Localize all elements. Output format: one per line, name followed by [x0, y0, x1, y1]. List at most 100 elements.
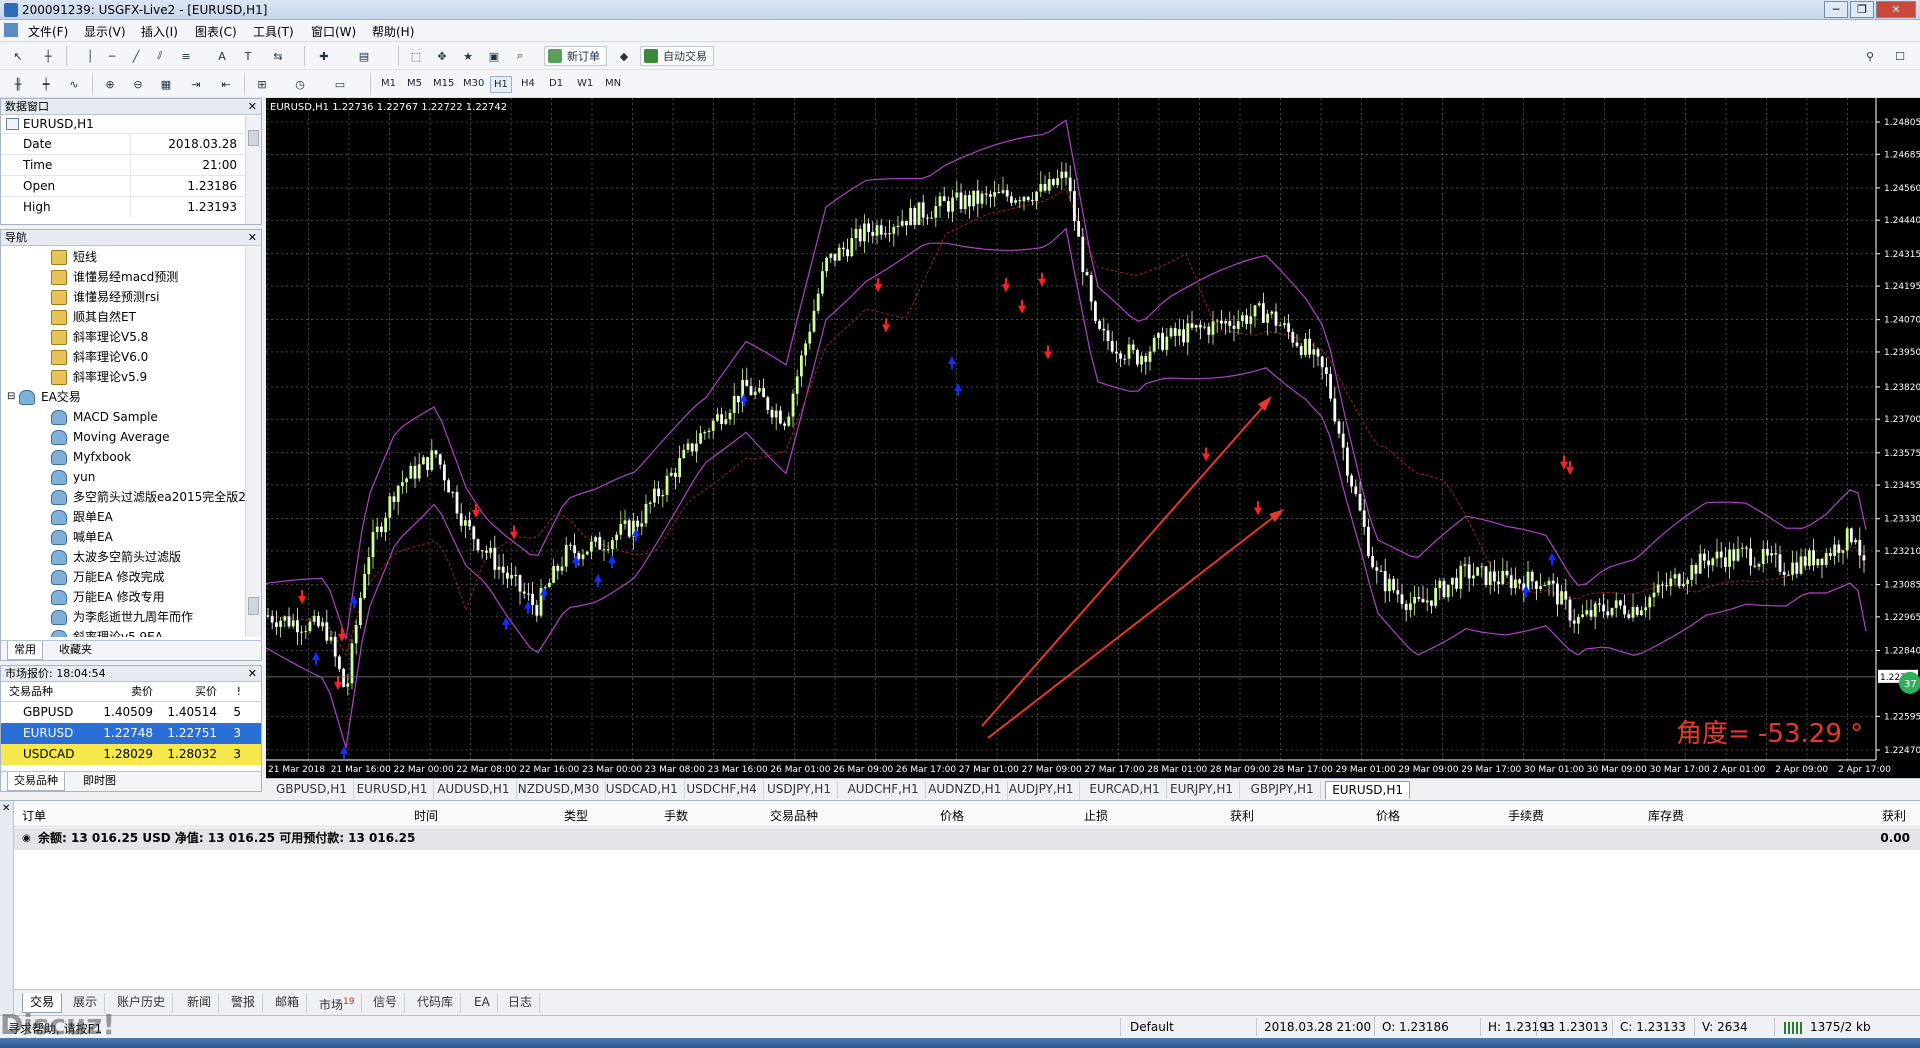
text-label-icon[interactable]: T — [238, 46, 258, 66]
tf-m5[interactable]: M5 — [404, 76, 425, 91]
terminal-tab[interactable]: 代码库 — [410, 993, 462, 1013]
close-icon[interactable]: ✕ — [2, 803, 10, 814]
favorites-icon[interactable]: ★ — [458, 46, 478, 66]
col-sl[interactable]: 止损 — [1084, 807, 1108, 824]
col-profit[interactable]: 获利 — [1882, 807, 1906, 824]
chart-tab[interactable]: EURCAD,H1 — [1083, 781, 1167, 799]
chart-tab[interactable]: EURUSD,H1 — [351, 781, 435, 799]
zoom-out-icon[interactable]: ⊖ — [128, 74, 148, 94]
col-swap[interactable]: 库存费 — [1648, 807, 1684, 824]
restore-button[interactable]: ❐ — [1850, 1, 1874, 18]
terminal-icon[interactable]: ▣ — [484, 46, 504, 66]
tester-icon[interactable]: ⌕ — [510, 46, 530, 66]
terminal-tab[interactable]: 账户历史 — [110, 993, 174, 1013]
new-chart-icon[interactable]: ✚ — [314, 46, 334, 66]
tf-d1[interactable]: D1 — [546, 76, 566, 91]
tf-m15[interactable]: M15 — [430, 76, 457, 91]
close-button[interactable]: ✕ — [1876, 1, 1916, 18]
chart-tab[interactable]: GBPUSD,H1 — [270, 781, 354, 799]
periods-icon[interactable]: ◷ — [290, 74, 310, 94]
chart-tab[interactable]: AUDCHF,H1 — [842, 781, 926, 799]
chart-tab[interactable]: AUDUSD,H1 — [431, 781, 517, 799]
crosshair-icon[interactable]: ┼ — [38, 46, 58, 66]
col-price[interactable]: 价格 — [940, 807, 964, 824]
minimize-button[interactable]: ─ — [1824, 1, 1848, 18]
market-watch-row[interactable]: EURUSD 1.22748 1.22751 3 — [1, 723, 261, 744]
chart-window[interactable]: 1.24805 1.24685 1.24560 1.24440 1.24315 1.241… — [266, 98, 1920, 798]
arrows-icon[interactable]: ⇆ — [268, 46, 288, 66]
metaeditor-icon[interactable]: ◆ — [614, 46, 634, 66]
chart-tab[interactable]: NZDUSD,M30 — [512, 781, 607, 799]
search-icon[interactable]: ⚲ — [1860, 46, 1880, 66]
new-order-button[interactable]: 新订单 — [544, 46, 607, 66]
chart-shift-icon[interactable]: ⇥ — [186, 74, 206, 94]
terminal-tab[interactable]: 警报 — [224, 993, 264, 1013]
chart-tab[interactable]: EURUSD,H1 — [1325, 781, 1411, 799]
market-watch-icon[interactable]: ⬚ — [406, 46, 426, 66]
tile-windows-icon[interactable]: ▦ — [156, 74, 176, 94]
tf-h4[interactable]: H4 — [518, 76, 538, 91]
close-icon[interactable]: ✕ — [248, 99, 257, 114]
chart-tab[interactable]: USDCAD,H1 — [600, 781, 685, 799]
market-watch-row[interactable]: GBPUSD 1.40509 1.40514 5 — [1, 702, 261, 723]
menu-window[interactable]: 窗口(W) — [311, 23, 356, 40]
fibonacci-icon[interactable]: ≡ — [176, 46, 196, 66]
col-tp[interactable]: 获利 — [1230, 807, 1254, 824]
zoom-in-icon[interactable]: ⊕ — [100, 74, 120, 94]
tf-mn[interactable]: MN — [602, 76, 624, 91]
menu-tools[interactable]: 工具(T) — [253, 23, 294, 40]
close-icon[interactable]: ✕ — [248, 666, 257, 681]
document-icon[interactable] — [4, 23, 18, 37]
navigator-scrollbar[interactable] — [245, 247, 261, 637]
tab-favorites[interactable]: 收藏夹 — [53, 641, 98, 660]
terminal-tab[interactable]: 信号 — [366, 993, 406, 1013]
terminal-tab[interactable]: 市场19 — [312, 993, 363, 1013]
chart-tab[interactable]: USDJPY,H1 — [761, 781, 838, 799]
terminal-tab[interactable]: 邮箱 — [268, 993, 308, 1013]
col-price-current[interactable]: 价格 — [1376, 807, 1400, 824]
market-watch-row[interactable]: USDCAD 1.28029 1.28032 3 — [1, 744, 261, 765]
tab-tick-chart[interactable]: 即时图 — [77, 772, 122, 791]
tf-w1[interactable]: W1 — [574, 76, 596, 91]
menu-view[interactable]: 显示(V) — [84, 23, 126, 40]
line-chart-icon[interactable]: ∿ — [64, 74, 84, 94]
channel-icon[interactable]: ⫽ — [150, 46, 170, 66]
auto-trading-button[interactable]: 自动交易 — [640, 46, 714, 66]
horizontal-line-icon[interactable]: ─ — [102, 46, 122, 66]
price-chart[interactable]: 1.24805 1.24685 1.24560 1.24440 1.24315 1.241… — [266, 98, 1920, 778]
data-window-scrollbar[interactable] — [245, 116, 261, 224]
tf-h1[interactable]: H1 — [490, 76, 512, 93]
text-icon[interactable]: A — [212, 46, 232, 66]
col-symbol[interactable]: 交易品种 — [770, 807, 818, 824]
trendline-icon[interactable]: ╱ — [126, 46, 146, 66]
col-type[interactable]: 类型 — [564, 807, 588, 824]
tab-symbols[interactable]: 交易品种 — [7, 772, 65, 791]
menu-charts[interactable]: 图表(C) — [195, 23, 237, 40]
chart-tab[interactable]: EURJPY,H1 — [1164, 781, 1241, 799]
col-volume[interactable]: 手数 — [664, 807, 688, 824]
terminal-tab[interactable]: 日志 — [501, 993, 541, 1013]
navigator-icon[interactable]: ✥ — [432, 46, 452, 66]
menu-help[interactable]: 帮助(H) — [372, 23, 414, 40]
tab-common[interactable]: 常用 — [7, 641, 43, 660]
profiles-icon[interactable]: ▤ — [354, 46, 374, 66]
close-icon[interactable]: ✕ — [248, 230, 257, 245]
cursor-icon[interactable]: ↖ — [8, 46, 28, 66]
chart-tab[interactable]: AUDNZD,H1 — [922, 781, 1009, 799]
chart-tab[interactable]: GBPJPY,H1 — [1245, 781, 1321, 799]
terminal-tab[interactable]: EA — [467, 993, 498, 1013]
menu-file[interactable]: 文件(F) — [28, 23, 68, 40]
chart-tab[interactable]: USDCHF,H4 — [680, 781, 764, 799]
templates-icon[interactable]: ▭ — [330, 74, 350, 94]
terminal-tab[interactable]: 新闻 — [180, 993, 220, 1013]
col-commission[interactable]: 手续费 — [1508, 807, 1544, 824]
menu-insert[interactable]: 插入(I) — [141, 23, 178, 40]
tf-m1[interactable]: M1 — [378, 76, 399, 91]
chat-icon[interactable]: ☐ — [1890, 46, 1910, 66]
collapse-icon[interactable]: ⊟ — [7, 387, 15, 407]
bar-chart-icon[interactable]: ╫ — [8, 74, 28, 94]
indicators-icon[interactable]: ⊞ — [252, 74, 272, 94]
col-time[interactable]: 时间 — [414, 807, 438, 824]
candlestick-icon[interactable]: ┿ — [36, 74, 56, 94]
chart-tab[interactable]: AUDJPY,H1 — [1003, 781, 1081, 799]
